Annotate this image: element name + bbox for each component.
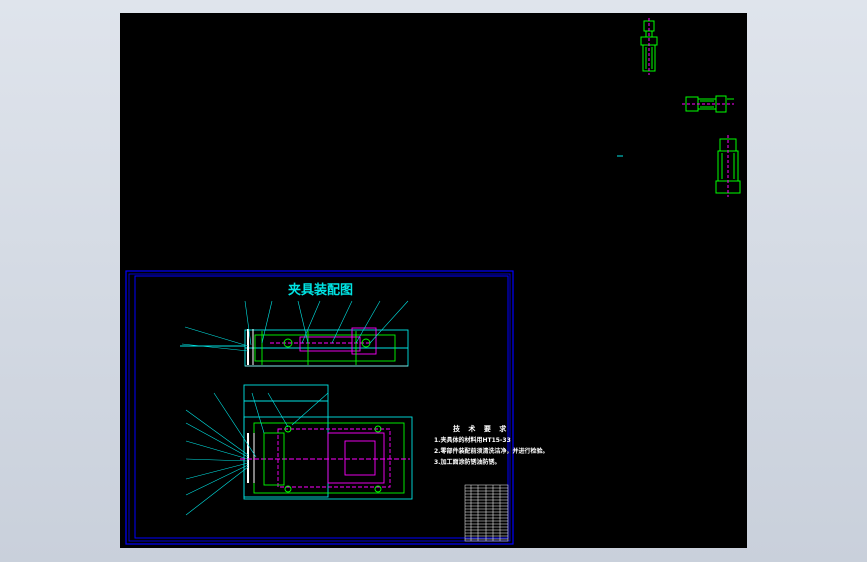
front-view-leaders — [181, 300, 409, 352]
front-view[interactable] — [180, 327, 409, 367]
technical-notes: 技 术 要 求 1.夹具体的材料用HT15-33 2.零部件装配前须清洗洁净，并… — [434, 424, 548, 466]
note-1: 1.夹具体的材料用HT15-33 — [434, 436, 511, 444]
top-view[interactable] — [240, 384, 413, 500]
note-3: 3.加工面涂防锈油防锈。 — [434, 458, 500, 466]
nut-part[interactable] — [715, 135, 741, 197]
drawing-title: 夹具装配图 — [288, 282, 353, 298]
cad-viewport[interactable]: 夹具装配图 技 术 要 求 1.夹具体的材料用HT15-33 2.零部件装配前须… — [120, 13, 747, 548]
notes-heading: 技 术 要 求 — [453, 424, 509, 433]
note-2: 2.零部件装配前须清洗洁净，并进行检验。 — [434, 447, 548, 455]
title-block[interactable] — [464, 484, 509, 542]
sheet-outer-border — [125, 270, 514, 545]
sheet-outer-border-inner — [128, 273, 511, 542]
bolt-part-vertical[interactable] — [640, 18, 658, 75]
bolt-part-horizontal[interactable] — [682, 95, 734, 113]
drawing-canvas[interactable]: 夹具装配图 技 术 要 求 1.夹具体的材料用HT15-33 2.零部件装配前须… — [120, 13, 747, 548]
